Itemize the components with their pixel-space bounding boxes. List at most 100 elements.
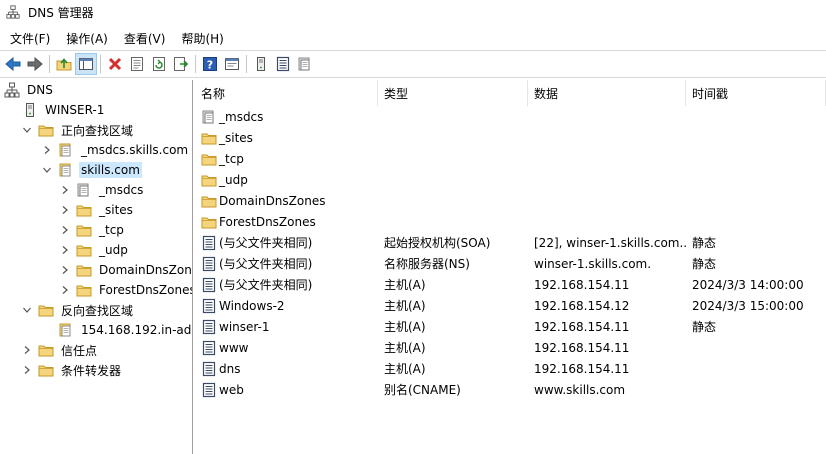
chevron-right-icon[interactable]: [60, 225, 70, 235]
table-row[interactable]: dns 主机(A) 192.168.154.11: [197, 358, 826, 379]
tree-node-conditional-forwarders[interactable]: 条件转发器: [22, 360, 123, 380]
properties-icon: [131, 57, 143, 71]
record-name: winser-1: [219, 319, 270, 334]
tree-label: ForestDnsZones: [99, 283, 193, 297]
chevron-right-icon[interactable]: [42, 145, 52, 155]
server-button[interactable]: [250, 53, 272, 75]
column-header-name[interactable]: 名称: [197, 80, 378, 106]
cell-name: ForestDnsZones: [197, 211, 378, 232]
menu-action[interactable]: 操作(A): [60, 30, 114, 47]
tree-node-skills-zone[interactable]: skills.com: [42, 160, 142, 180]
table-row[interactable]: winser-1 主机(A) 192.168.154.11 静态: [197, 316, 826, 337]
help-icon: ?: [203, 57, 217, 72]
tree-node-msdcs[interactable]: _msdcs: [60, 180, 145, 200]
chevron-down-icon[interactable]: [22, 125, 32, 135]
up-button[interactable]: [53, 53, 75, 75]
svg-text:?: ?: [207, 59, 213, 72]
export-button[interactable]: [170, 53, 192, 75]
table-row[interactable]: ForestDnsZones: [197, 211, 826, 232]
tree-node-udp[interactable]: _udp: [60, 240, 130, 260]
show-tree-icon: [79, 58, 93, 70]
tree-label: _msdcs: [99, 183, 144, 197]
records-button[interactable]: [294, 53, 316, 75]
column-header-timestamp[interactable]: 时间戳: [686, 80, 826, 106]
menu-file[interactable]: 文件(F): [4, 30, 56, 47]
cell-type: [378, 148, 528, 169]
cell-type: [378, 106, 528, 127]
table-row[interactable]: (与父文件夹相同) 名称服务器(NS) winser-1.skills.com. 静态: [197, 253, 826, 274]
chevron-right-icon[interactable]: [60, 245, 70, 255]
tree-label: 反向查找区域: [61, 303, 134, 318]
zone-icon: [58, 142, 74, 158]
chevron-right-icon[interactable]: [22, 345, 32, 355]
chevron-right-icon[interactable]: [60, 185, 70, 195]
refresh-button[interactable]: [148, 53, 170, 75]
chevron-right-icon[interactable]: [60, 205, 70, 215]
chevron-right-icon[interactable]: [22, 365, 32, 375]
back-button[interactable]: [2, 53, 24, 75]
table-row[interactable]: (与父文件夹相同) 起始授权机构(SOA) [22], winser-1.skill…: [197, 232, 826, 253]
tree-node-reverse-zones[interactable]: 反向查找区域: [22, 300, 135, 320]
cell-timestamp: 静态: [692, 257, 717, 271]
tree-node-tcp[interactable]: _tcp: [60, 220, 126, 240]
record-icon: [201, 382, 217, 398]
console-tree: DNS WINSER-1 正向查找区域 _msdcs.skills.com sk…: [0, 80, 193, 454]
tree-node-reverse-zone[interactable]: 154.168.192.in-addr.arpa: [58, 320, 192, 340]
title-bar: DNS 管理器: [0, 0, 826, 24]
tree-node-msdcs-zone[interactable]: _msdcs.skills.com: [42, 140, 190, 160]
menu-view[interactable]: 查看(V): [118, 30, 172, 47]
tree-node-trust-points[interactable]: 信任点: [22, 340, 99, 360]
table-row[interactable]: Windows-2 主机(A) 192.168.154.12 2024/3/3 15:…: [197, 295, 826, 316]
table-row[interactable]: _udp: [197, 169, 826, 190]
folder-icon: [38, 302, 54, 318]
show-tree-button[interactable]: [75, 53, 97, 75]
column-header-type[interactable]: 类型: [378, 80, 528, 106]
list-header: 名称 类型 数据 时间戳: [197, 80, 826, 106]
folder-icon: [76, 242, 92, 258]
table-row[interactable]: DomainDnsZones: [197, 190, 826, 211]
cell-name: _msdcs: [197, 106, 378, 127]
cell-name: dns: [197, 358, 378, 379]
zone-list-button[interactable]: [272, 53, 294, 75]
up-folder-icon: [56, 58, 72, 71]
tree-node-dns[interactable]: DNS: [4, 80, 55, 100]
help-button[interactable]: ?: [199, 53, 221, 75]
console-icon: [225, 58, 239, 70]
table-row[interactable]: _tcp: [197, 148, 826, 169]
column-header-data[interactable]: 数据: [528, 80, 686, 106]
cell-name: (与父文件夹相同): [197, 274, 378, 295]
table-row[interactable]: _msdcs: [197, 106, 826, 127]
table-row[interactable]: (与父文件夹相同) 主机(A) 192.168.154.11 2024/3/3 14:…: [197, 274, 826, 295]
tree-node-forward-zones[interactable]: 正向查找区域: [22, 120, 135, 140]
cell-type: [378, 211, 528, 232]
record-name: ForestDnsZones: [219, 214, 316, 229]
tree-node-server[interactable]: WINSER-1: [22, 100, 106, 120]
cell-name: DomainDnsZones: [197, 190, 378, 211]
cell-type: 别名(CNAME): [384, 383, 461, 397]
cell-data: 192.168.154.11: [534, 340, 630, 355]
menu-help[interactable]: 帮助(H): [175, 30, 229, 47]
properties-button[interactable]: [126, 53, 148, 75]
tree-node-domaindnszones[interactable]: DomainDnsZones: [60, 260, 192, 280]
table-row[interactable]: _sites: [197, 127, 826, 148]
tree-label: _sites: [99, 203, 133, 217]
forward-button[interactable]: [24, 53, 46, 75]
chevron-right-icon[interactable]: [60, 265, 70, 275]
cell-data: 192.168.154.11: [534, 319, 630, 334]
table-row[interactable]: web 别名(CNAME) www.skills.com: [197, 379, 826, 400]
toolbar-separator: [195, 55, 196, 73]
table-row[interactable]: www 主机(A) 192.168.154.11: [197, 337, 826, 358]
delete-button[interactable]: [104, 53, 126, 75]
chevron-right-icon[interactable]: [60, 285, 70, 295]
cell-type: [378, 127, 528, 148]
console-button[interactable]: [221, 53, 243, 75]
record-icon: [201, 256, 217, 272]
tree-node-forestdnszones[interactable]: ForestDnsZones: [60, 280, 193, 300]
cell-data: [528, 127, 686, 148]
chevron-down-icon[interactable]: [42, 165, 52, 175]
record-name: _sites: [219, 130, 253, 145]
tree-node-sites[interactable]: _sites: [60, 200, 135, 220]
chevron-down-icon[interactable]: [22, 305, 32, 315]
toolbar: ?: [0, 50, 826, 78]
zone-icon: [58, 322, 74, 338]
